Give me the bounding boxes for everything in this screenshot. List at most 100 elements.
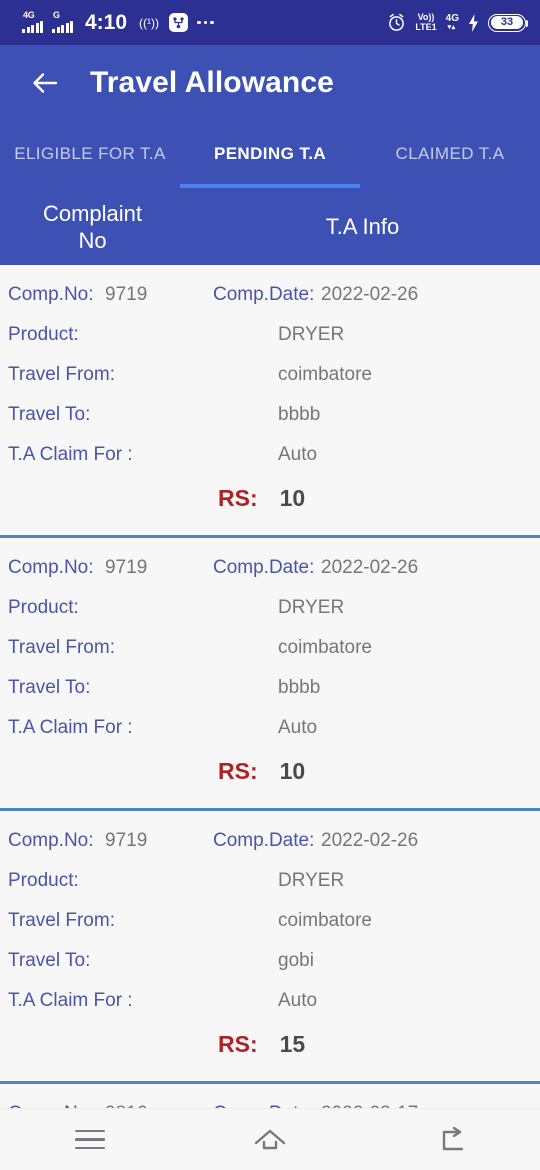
row-comp-no-line: Comp.No: 9816 Comp.Date: 2022-03-17 [0, 1094, 540, 1108]
battery-percent-label: 33 [500, 16, 514, 28]
value-amount: 10 [279, 485, 306, 511]
svg-text:((¹)): ((¹)) [139, 16, 159, 30]
signal-sim1-label: 4G [23, 10, 35, 20]
signal-bars-sim2 [52, 21, 73, 33]
label-rs: RS: [218, 485, 258, 511]
tab-eligible-for-ta[interactable]: ELIGIBLE FOR T.A [0, 120, 180, 188]
back-arrow-icon[interactable] [30, 68, 60, 98]
row-ta-claim-for-line: T.A Claim For : Auto [0, 981, 540, 1021]
label-product: Product: [8, 597, 79, 618]
tab-claimed-ta[interactable]: CLAIMED T.A [360, 120, 540, 188]
value-ta-claim-for: Auto [278, 444, 318, 465]
row-amount-line: RS: 15 [0, 1021, 540, 1067]
tab-bar: ELIGIBLE FOR T.A PENDING T.A CLAIMED T.A [0, 120, 540, 188]
label-comp-date: Comp.Date: [213, 830, 315, 851]
status-bar-clock: 4:10 [85, 11, 128, 34]
label-comp-no: Comp.No: [8, 1094, 105, 1108]
signal-sim2-label: G [53, 10, 60, 20]
value-product: DRYER [278, 597, 345, 618]
system-navigation-bar [0, 1108, 540, 1170]
label-comp-date: Comp.Date: [213, 1094, 321, 1108]
table-row[interactable]: Comp.No: 9816 Comp.Date: 2022-03-17 Prod… [0, 1084, 540, 1108]
more-dots-icon [197, 20, 214, 25]
alarm-clock-icon [389, 13, 405, 31]
value-comp-date: 2022-02-26 [321, 830, 419, 851]
label-travel-to: Travel To: [8, 677, 91, 698]
value-comp-no: 9719 [105, 830, 148, 851]
status-bar: 4G G 4:10 ((¹)) Vo)) LTE1 4G ▾▴ 33 [0, 0, 540, 45]
label-travel-from: Travel From: [8, 364, 115, 385]
row-product-line: Product: DRYER [0, 588, 540, 628]
label-comp-date: Comp.Date: [213, 557, 315, 578]
value-comp-no: 9816 [105, 1094, 213, 1108]
label-comp-no: Comp.No: [8, 284, 94, 305]
signal-strength-sim1-icon: 4G [22, 10, 43, 33]
value-ta-claim-for: Auto [278, 717, 318, 738]
volte-indicator: Vo)) LTE1 [415, 12, 437, 32]
row-travel-from-line: Travel From: coimbatore [0, 901, 540, 941]
label-travel-to: Travel To: [8, 404, 91, 425]
row-ta-claim-for-line: T.A Claim For : Auto [0, 708, 540, 748]
value-ta-claim-for: Auto [278, 990, 318, 1011]
app-screen: 4G G 4:10 ((¹)) Vo)) LTE1 4G ▾▴ 33 Trave… [0, 0, 540, 1170]
row-travel-from-line: Travel From: coimbatore [0, 355, 540, 395]
label-comp-date: Comp.Date: [213, 284, 315, 305]
value-comp-date: 2022-02-26 [321, 557, 419, 578]
label-rs: RS: [218, 1031, 258, 1057]
cast-icon: ((¹)) [138, 15, 160, 31]
row-travel-to-line: Travel To: gobi [0, 941, 540, 981]
label-comp-no: Comp.No: [8, 830, 94, 851]
label-ta-claim-for: T.A Claim For : [8, 444, 133, 465]
tab-pending-ta[interactable]: PENDING T.A [180, 120, 360, 188]
network-data-arrows: ▾▴ [447, 24, 456, 31]
label-rs: RS: [218, 758, 258, 784]
row-amount-line: RS: 10 [0, 475, 540, 521]
row-comp-no-line: Comp.No: 9719 Comp.Date: 2022-02-26 [0, 548, 540, 588]
column-header-ta-info: T.A Info [325, 214, 400, 239]
label-travel-to: Travel To: [8, 950, 91, 971]
value-comp-date: 2022-03-17 [321, 1094, 418, 1108]
signal-bars-sim1 [22, 21, 43, 33]
value-travel-from: coimbatore [278, 910, 372, 931]
table-row[interactable]: Comp.No: 9719 Comp.Date: 2022-02-26 Prod… [0, 538, 540, 811]
value-product: DRYER [278, 324, 345, 345]
value-amount: 10 [279, 758, 306, 784]
page-title: Travel Allowance [90, 65, 334, 99]
row-travel-to-line: Travel To: bbbb [0, 395, 540, 435]
value-travel-from: coimbatore [278, 637, 372, 658]
battery-icon: 33 [488, 13, 529, 32]
label-product: Product: [8, 324, 79, 345]
column-header-complaint-no-line2: No [78, 227, 107, 253]
label-comp-no: Comp.No: [8, 557, 94, 578]
signal-strength-sim2-icon: G [52, 10, 73, 33]
back-nav-icon[interactable] [415, 1118, 485, 1162]
home-icon[interactable] [235, 1118, 305, 1162]
ta-record-list[interactable]: Comp.No: 9719 Comp.Date: 2022-02-26 Prod… [0, 265, 540, 1108]
network-type-indicator: 4G ▾▴ [445, 13, 459, 32]
label-travel-from: Travel From: [8, 910, 115, 931]
menu-icon[interactable] [55, 1118, 125, 1162]
value-comp-no: 9719 [105, 557, 148, 578]
value-travel-from: coimbatore [278, 364, 372, 385]
column-header-complaint-no-line1: Complaint [42, 200, 143, 226]
row-amount-line: RS: 10 [0, 748, 540, 794]
table-row[interactable]: Comp.No: 9719 Comp.Date: 2022-02-26 Prod… [0, 811, 540, 1084]
value-product: DRYER [278, 870, 345, 891]
column-header-complaint-no: Complaint No [0, 200, 185, 254]
vpn-icon [169, 13, 189, 32]
volte-bottom-label: LTE1 [415, 21, 437, 32]
value-travel-to: bbbb [278, 677, 321, 698]
value-travel-to: gobi [278, 950, 314, 971]
value-travel-to: bbbb [278, 404, 321, 425]
row-product-line: Product: DRYER [0, 315, 540, 355]
label-ta-claim-for: T.A Claim For : [8, 717, 133, 738]
lightning-bolt-icon [469, 13, 478, 32]
value-comp-no: 9719 [105, 284, 148, 305]
value-amount: 15 [279, 1031, 306, 1057]
value-comp-date: 2022-02-26 [321, 284, 419, 305]
network-type-label: 4G [445, 13, 459, 24]
table-row[interactable]: Comp.No: 9719 Comp.Date: 2022-02-26 Prod… [0, 265, 540, 538]
table-header: Complaint No T.A Info [0, 188, 540, 265]
row-travel-to-line: Travel To: bbbb [0, 668, 540, 708]
label-travel-from: Travel From: [8, 637, 115, 658]
